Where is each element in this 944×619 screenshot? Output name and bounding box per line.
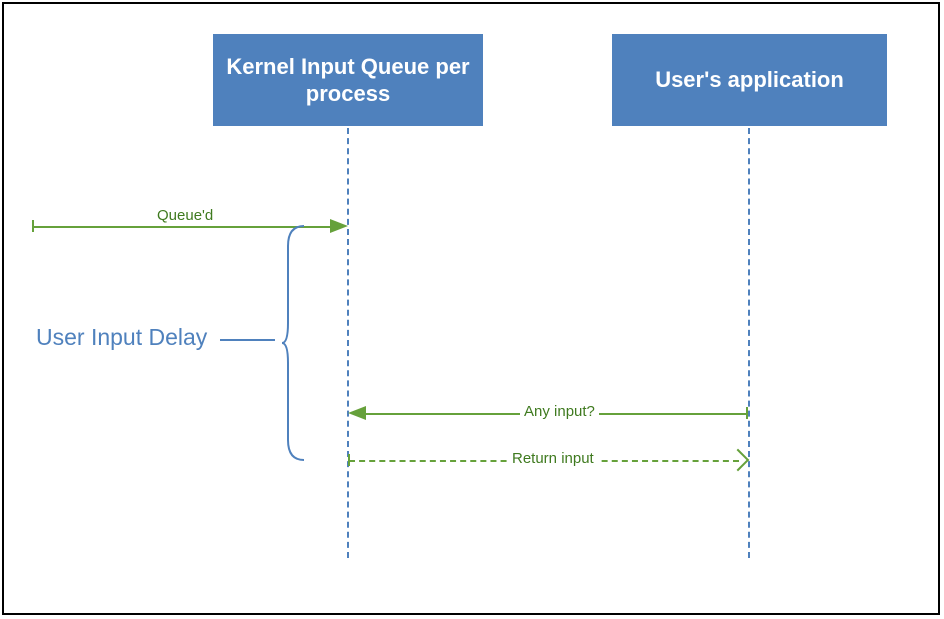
arrow-return-input-start-tick bbox=[348, 454, 350, 466]
lifeline-user-application bbox=[748, 128, 750, 558]
label-queued: Queue'd bbox=[153, 207, 217, 224]
diagram-frame: Kernel Input Queue per process User's ap… bbox=[2, 2, 940, 615]
arrow-queued-start-tick bbox=[32, 220, 34, 232]
lifeline-kernel-input-queue bbox=[347, 128, 349, 558]
arrow-any-input-start-tick bbox=[746, 407, 748, 419]
user-input-delay-connector bbox=[220, 339, 275, 341]
label-return-input: Return input bbox=[508, 450, 598, 467]
arrow-any-input-head bbox=[348, 406, 366, 420]
participant-kernel-input-queue: Kernel Input Queue per process bbox=[213, 34, 483, 126]
participant-user-application: User's application bbox=[612, 34, 887, 126]
participant-kernel-input-queue-label: Kernel Input Queue per process bbox=[223, 53, 473, 108]
arrow-return-input-head bbox=[727, 449, 750, 472]
arrow-queued-head bbox=[330, 219, 348, 233]
label-any-input: Any input? bbox=[520, 403, 599, 420]
user-input-delay-bracket bbox=[282, 226, 304, 460]
label-user-input-delay: User Input Delay bbox=[36, 324, 207, 351]
participant-user-application-label: User's application bbox=[655, 66, 844, 94]
